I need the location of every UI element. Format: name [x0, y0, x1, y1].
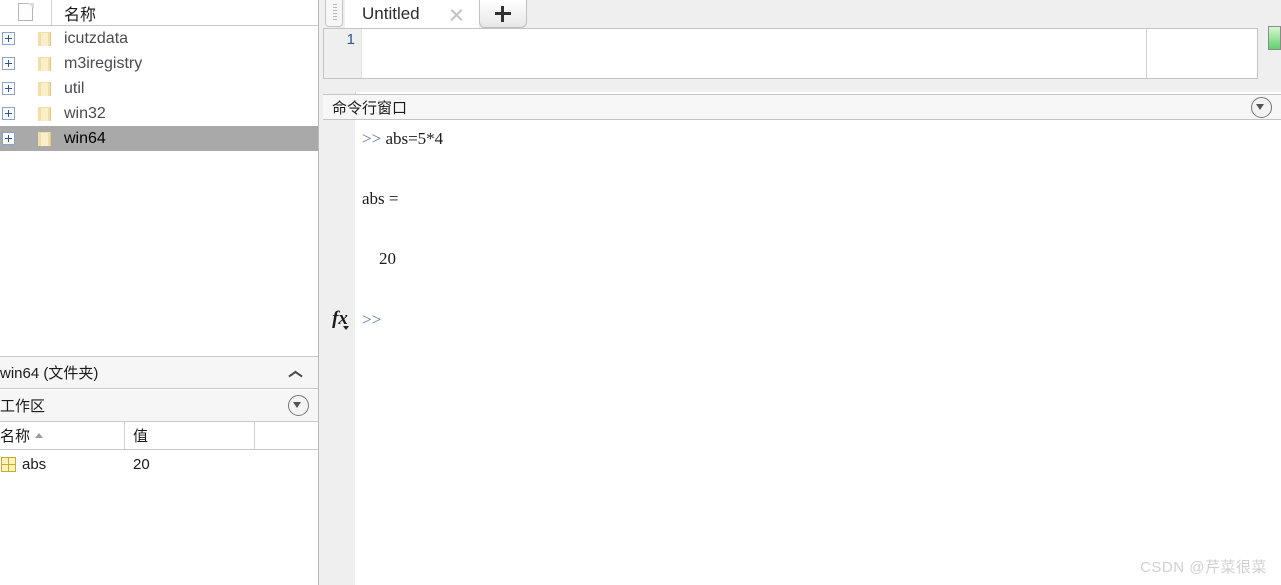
- output-line: abs =: [362, 189, 399, 208]
- expand-plus-icon[interactable]: [2, 32, 15, 45]
- tree-row-selected[interactable]: win64: [0, 126, 318, 151]
- tree-item-label: win64: [64, 129, 106, 147]
- current-folder-panel: 名称 icutzdata m3iregistry util win32 win6…: [0, 0, 318, 585]
- command-window-body[interactable]: >> abs=5*4 abs = 20 fx >>: [323, 120, 1281, 585]
- close-icon[interactable]: [450, 8, 463, 21]
- editor-code-area[interactable]: [362, 29, 1147, 78]
- workspace-col-name-label: 名称: [0, 428, 31, 445]
- name-column-header-label: 名称: [64, 6, 97, 24]
- command-blank-line: [355, 229, 1281, 249]
- circle-caret-down-icon[interactable]: [288, 395, 309, 416]
- editor-body: 1: [323, 28, 1258, 79]
- prompt-arrows: >>: [362, 129, 382, 148]
- editor-line-number-gutter: 1: [324, 29, 362, 78]
- workspace-table-header: 名称 值: [0, 422, 318, 450]
- folder-icon: [36, 106, 52, 121]
- workspace-col-value[interactable]: 值: [125, 422, 255, 449]
- workspace-title: 工作区: [0, 398, 46, 415]
- chevron-up-icon[interactable]: [289, 369, 302, 377]
- expand-plus-icon[interactable]: [2, 107, 15, 120]
- folder-details-bar[interactable]: win64 (文件夹): [0, 356, 318, 389]
- workspace-variable-value: 20: [133, 455, 150, 473]
- command-window-gutter: [323, 120, 355, 585]
- editor-secondary-pane[interactable]: [1147, 29, 1257, 78]
- caret-down-icon[interactable]: [343, 326, 349, 330]
- tree-row[interactable]: win32: [0, 101, 318, 126]
- command-blank-line: [355, 209, 1281, 229]
- editor-tab-bar: Untitled: [323, 0, 1281, 28]
- command-prompt-row: fx >>: [323, 308, 1281, 334]
- file-tree-column-header: 名称: [0, 0, 318, 26]
- tree-row[interactable]: m3iregistry: [0, 51, 318, 76]
- workspace-col-name[interactable]: 名称: [0, 422, 125, 449]
- command-text: abs=5*4: [381, 129, 444, 148]
- command-blank-line: [355, 169, 1281, 189]
- workspace-col-extra[interactable]: [255, 422, 318, 449]
- tree-item-label: util: [64, 79, 85, 97]
- expand-plus-icon[interactable]: [2, 57, 15, 70]
- sort-ascending-icon: [35, 433, 44, 438]
- workspace-title-bar: 工作区: [0, 390, 318, 422]
- folder-icon: [36, 56, 52, 71]
- folder-icon: [36, 131, 52, 146]
- command-blank-line: [355, 149, 1281, 169]
- watermark: CSDN @芹菜很菜: [1140, 559, 1267, 576]
- tree-item-label: icutzdata: [64, 29, 129, 47]
- tree-item-label: win32: [64, 104, 106, 122]
- command-window-output: >> abs=5*4 abs = 20: [355, 120, 1281, 585]
- workspace-variable-name: abs: [22, 455, 47, 473]
- workspace-col-value-label: 值: [133, 428, 149, 445]
- line-number: 1: [346, 31, 355, 48]
- output-value-line: 20: [362, 249, 396, 268]
- fx-function-browser-icon[interactable]: fx: [325, 308, 355, 330]
- folder-details-title: win64 (文件夹): [0, 365, 99, 382]
- new-tab-button[interactable]: [479, 0, 527, 28]
- circle-caret-down-icon[interactable]: [1251, 96, 1272, 118]
- document-icon: [17, 3, 34, 22]
- tree-item-label: m3iregistry: [64, 54, 143, 72]
- workspace-row-name-cell: abs: [0, 456, 125, 473]
- workspace-rows: abs 20: [0, 450, 318, 478]
- command-window-title: 命令行窗口: [332, 99, 408, 117]
- command-input-prompt[interactable]: >>: [362, 310, 381, 330]
- expand-plus-icon[interactable]: [2, 82, 15, 95]
- name-column-header[interactable]: 名称: [52, 0, 318, 25]
- tree-row[interactable]: icutzdata: [0, 26, 318, 51]
- matrix-icon: [1, 456, 16, 472]
- command-line: >> abs=5*4: [355, 129, 1281, 149]
- tree-row[interactable]: util: [0, 76, 318, 101]
- code-analyzer-status-indicator[interactable]: [1268, 26, 1281, 50]
- folder-icon: [36, 81, 52, 96]
- file-type-column-header[interactable]: [0, 0, 52, 25]
- expand-plus-icon[interactable]: [2, 132, 15, 145]
- tab-untitled[interactable]: Untitled: [345, 0, 479, 28]
- tab-label: Untitled: [362, 4, 420, 23]
- file-tree-list: icutzdata m3iregistry util win32 win64: [0, 26, 318, 151]
- workspace-row[interactable]: abs 20: [0, 450, 318, 478]
- plus-icon: [495, 5, 511, 22]
- folder-icon: [36, 31, 52, 46]
- drag-grip-icon[interactable]: [325, 0, 343, 27]
- command-window-title-bar: 命令行窗口: [323, 94, 1281, 120]
